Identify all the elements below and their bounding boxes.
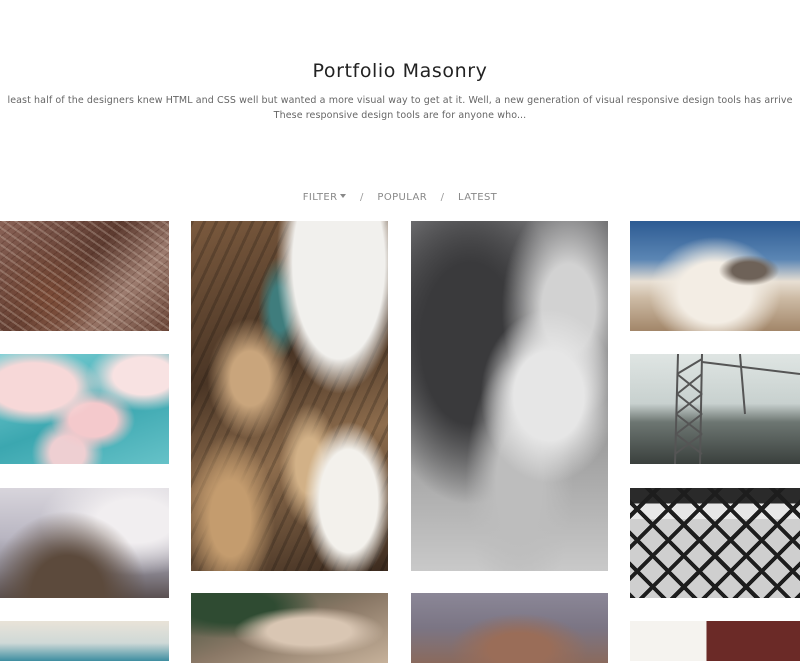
filter-label: FILTER [302, 192, 338, 203]
wall-panel [630, 621, 706, 661]
gallery-item-interior-wall-photo[interactable] [630, 621, 800, 661]
filter-popular-link[interactable]: POPULAR [377, 192, 427, 203]
filter-latest-link[interactable]: LATEST [458, 192, 497, 203]
gallery-item-canyon-aerial-photo[interactable] [411, 593, 608, 663]
page-description: least half of the designers knew HTML an… [0, 93, 800, 123]
description-line-1: least half of the designers knew HTML an… [7, 95, 793, 106]
tower-crane-graphic [674, 354, 800, 464]
gallery-item-mountain-above-clouds-photo[interactable] [630, 221, 800, 331]
gallery-item-satellite-terrain-photo[interactable] [191, 221, 388, 571]
filter-separator: / [360, 192, 364, 203]
gallery-item-steel-structure-photo[interactable] [630, 488, 800, 598]
gallery-item-sky-horizon-photo[interactable] [0, 621, 169, 661]
filter-separator: / [440, 192, 445, 203]
gallery-item-hazy-aerial-landscape-photo[interactable] [0, 488, 169, 598]
description-line-2: These responsive design tools are for an… [273, 110, 527, 121]
filter-dropdown[interactable]: FILTER [303, 192, 347, 203]
gallery-item-storm-clouds-photo[interactable] [411, 221, 608, 571]
gallery-item-aerial-city-photo[interactable] [0, 221, 169, 331]
page-title: Portfolio Masonry [312, 60, 488, 82]
caret-down-icon [340, 194, 347, 198]
gallery-item-rocky-ground-photo[interactable] [191, 593, 388, 663]
gallery-item-tower-crane-photo[interactable] [630, 354, 800, 464]
filter-bar: FILTER / POPULAR / LATEST [0, 192, 800, 203]
gallery-item-abstract-pink-teal-photo[interactable] [0, 354, 169, 464]
